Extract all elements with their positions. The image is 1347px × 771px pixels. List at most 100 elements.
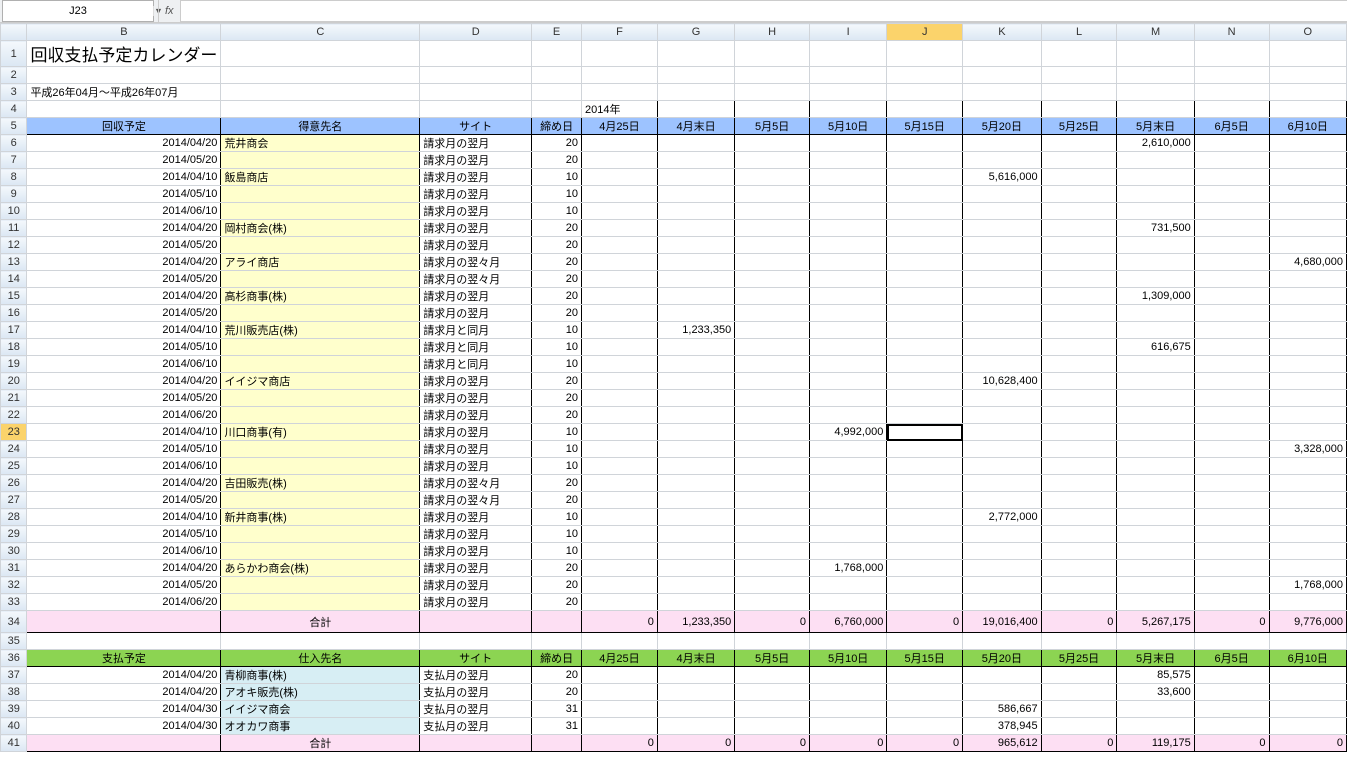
recv-amount[interactable]	[1117, 237, 1194, 254]
col-header-amount-date[interactable]: 5月5日	[735, 118, 810, 135]
col-header-close[interactable]: 締め日	[532, 650, 582, 667]
row-header[interactable]: 19	[1, 356, 27, 373]
pay-amount[interactable]	[1117, 701, 1194, 718]
col-header-amount-date[interactable]: 5月25日	[1041, 650, 1117, 667]
recv-amount[interactable]	[735, 560, 810, 577]
recv-partner[interactable]: 荒川販売店(株)	[221, 322, 420, 339]
col-header-site[interactable]: サイト	[420, 118, 532, 135]
recv-amount[interactable]	[735, 373, 810, 390]
recv-amount[interactable]	[735, 543, 810, 560]
recv-amount[interactable]	[657, 509, 734, 526]
recv-amount[interactable]	[887, 220, 963, 237]
recv-close[interactable]: 10	[532, 186, 582, 203]
recv-amount[interactable]: 3,328,000	[1269, 441, 1346, 458]
recv-amount[interactable]	[809, 526, 886, 543]
cell[interactable]	[1269, 67, 1346, 84]
recv-amount[interactable]	[887, 186, 963, 203]
recv-close[interactable]: 10	[532, 509, 582, 526]
recv-partner[interactable]: 高杉商事(株)	[221, 288, 420, 305]
recv-amount[interactable]	[582, 492, 658, 509]
recv-amount[interactable]	[582, 271, 658, 288]
select-all-corner[interactable]	[1, 24, 27, 41]
cell[interactable]	[657, 101, 734, 118]
cell[interactable]	[657, 41, 734, 67]
recv-amount[interactable]	[1194, 169, 1269, 186]
col-header-partner[interactable]: 得意先名	[221, 118, 420, 135]
recv-partner[interactable]	[221, 356, 420, 373]
recv-amount[interactable]	[1041, 186, 1117, 203]
cell[interactable]	[735, 41, 810, 67]
recv-amount[interactable]	[887, 169, 963, 186]
row-header[interactable]: 11	[1, 220, 27, 237]
recv-amount[interactable]	[1269, 560, 1346, 577]
pay-partner[interactable]: アオキ販売(株)	[221, 684, 420, 701]
pay-amount[interactable]	[887, 701, 963, 718]
recv-amount[interactable]	[657, 390, 734, 407]
recv-amount[interactable]	[963, 356, 1041, 373]
recv-amount[interactable]	[1117, 152, 1194, 169]
row-header[interactable]: 14	[1, 271, 27, 288]
recv-amount[interactable]	[1194, 339, 1269, 356]
recv-amount[interactable]	[1041, 509, 1117, 526]
cell[interactable]	[809, 84, 886, 101]
recv-amount[interactable]	[1194, 220, 1269, 237]
recv-amount[interactable]: 5,616,000	[963, 169, 1041, 186]
recv-amount[interactable]	[657, 594, 734, 611]
cell[interactable]	[1117, 41, 1194, 67]
col-header-amount-date[interactable]: 6月5日	[1194, 650, 1269, 667]
recv-amount[interactable]	[809, 220, 886, 237]
recv-total-label[interactable]: 合計	[221, 611, 420, 633]
recv-amount[interactable]	[657, 356, 734, 373]
recv-amount[interactable]	[582, 322, 658, 339]
recv-site[interactable]: 請求月の翌月	[420, 203, 532, 220]
recv-amount[interactable]	[657, 288, 734, 305]
pay-total-amount[interactable]: 0	[887, 735, 963, 752]
cell[interactable]	[887, 101, 963, 118]
recv-amount[interactable]	[1269, 526, 1346, 543]
column-header[interactable]: L	[1041, 24, 1117, 41]
pay-amount[interactable]	[1194, 701, 1269, 718]
recv-amount[interactable]: 1,309,000	[1117, 288, 1194, 305]
recv-amount[interactable]	[809, 492, 886, 509]
recv-amount[interactable]	[1117, 543, 1194, 560]
recv-amount[interactable]	[657, 186, 734, 203]
row-header[interactable]: 38	[1, 684, 27, 701]
pay-total-amount[interactable]: 0	[735, 735, 810, 752]
cell[interactable]	[532, 101, 582, 118]
recv-amount[interactable]	[1041, 339, 1117, 356]
recv-amount[interactable]	[1269, 458, 1346, 475]
recv-date[interactable]: 2014/06/20	[27, 594, 221, 611]
recv-amount[interactable]	[735, 135, 810, 152]
recv-amount[interactable]	[582, 509, 658, 526]
recv-amount[interactable]	[1269, 322, 1346, 339]
recv-date[interactable]: 2014/04/20	[27, 373, 221, 390]
recv-amount[interactable]	[963, 271, 1041, 288]
recv-amount[interactable]	[582, 407, 658, 424]
recv-site[interactable]: 請求月と同月	[420, 339, 532, 356]
cell[interactable]	[27, 633, 221, 650]
pay-amount[interactable]	[1194, 718, 1269, 735]
pay-amount[interactable]	[1269, 667, 1346, 684]
row-header[interactable]: 41	[1, 735, 27, 752]
row-header[interactable]: 2	[1, 67, 27, 84]
recv-total-amount[interactable]: 0	[735, 611, 810, 633]
recv-amount[interactable]	[1194, 322, 1269, 339]
recv-amount[interactable]	[1194, 254, 1269, 271]
pay-amount[interactable]	[1269, 701, 1346, 718]
recv-site[interactable]: 請求月の翌月	[420, 373, 532, 390]
recv-date[interactable]: 2014/04/20	[27, 135, 221, 152]
pay-amount[interactable]	[735, 684, 810, 701]
recv-date[interactable]: 2014/05/10	[27, 526, 221, 543]
recv-partner[interactable]	[221, 186, 420, 203]
recv-amount[interactable]	[963, 152, 1041, 169]
col-header-date[interactable]: 回収予定	[27, 118, 221, 135]
cell[interactable]	[27, 67, 221, 84]
cell[interactable]	[1117, 101, 1194, 118]
recv-partner[interactable]	[221, 526, 420, 543]
cell[interactable]	[1041, 41, 1117, 67]
cell[interactable]	[1041, 633, 1117, 650]
cell[interactable]	[1269, 41, 1346, 67]
recv-amount[interactable]	[1041, 492, 1117, 509]
row-header[interactable]: 33	[1, 594, 27, 611]
recv-close[interactable]: 10	[532, 526, 582, 543]
